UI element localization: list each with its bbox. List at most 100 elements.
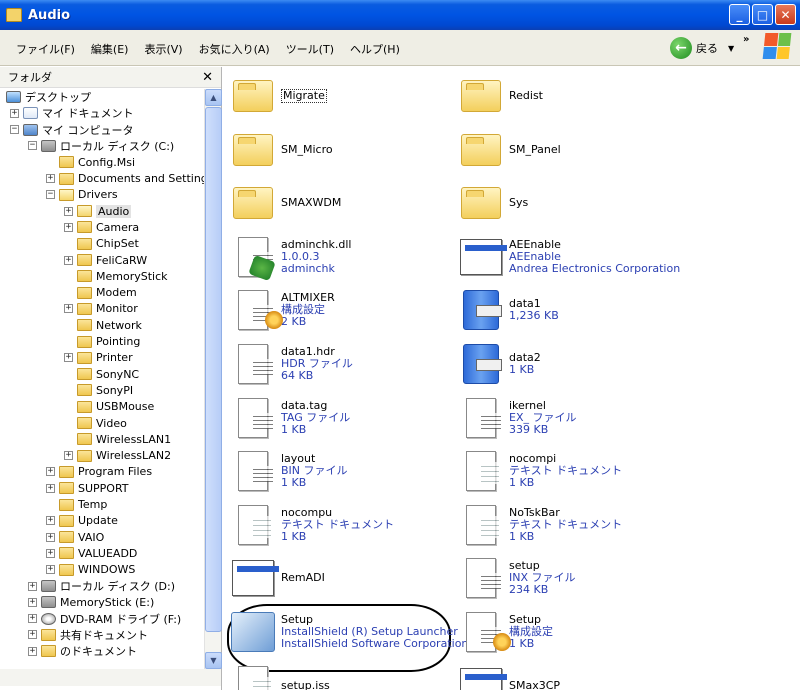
file-item[interactable]: Redist: [457, 69, 687, 123]
menu-item-4[interactable]: ツール(T): [278, 39, 342, 59]
menu-item-3[interactable]: お気に入り(A): [191, 39, 278, 59]
tree-item[interactable]: USBMouse: [64, 399, 154, 415]
file-item[interactable]: SM_Micro: [229, 123, 459, 177]
folder-tree-hscrollbar[interactable]: [0, 669, 221, 686]
expand-icon[interactable]: +: [46, 532, 55, 542]
file-item[interactable]: data1.hdr HDR ファイル 64 KB: [229, 337, 459, 391]
file-item[interactable]: SMAXWDM: [229, 176, 459, 230]
maximize-button[interactable]: □: [752, 4, 773, 25]
expand-icon[interactable]: +: [64, 255, 73, 265]
close-button[interactable]: ✕: [775, 4, 796, 25]
tree-item[interactable]: Modem: [64, 285, 137, 301]
expand-icon[interactable]: +: [28, 581, 37, 591]
file-item[interactable]: ikernel EX_ ファイル 339 KB: [457, 391, 687, 445]
tree-item[interactable]: SonyPI: [64, 382, 133, 398]
expand-icon[interactable]: +: [46, 516, 55, 526]
file-item[interactable]: Sys: [457, 176, 687, 230]
folder-tree-scrollbar[interactable]: ▲ ▼: [204, 89, 222, 669]
file-item[interactable]: Setup InstallShield (R) Setup Launcher Ins…: [229, 605, 468, 659]
expand-icon[interactable]: +: [46, 174, 55, 183]
expand-icon[interactable]: +: [64, 206, 73, 216]
tree-item[interactable]: − Drivers: [46, 187, 118, 203]
expand-icon[interactable]: +: [64, 304, 73, 314]
tree-item[interactable]: MemoryStick: [64, 268, 168, 284]
tree-item[interactable]: + MemoryStick (E:): [28, 594, 154, 610]
collapse-icon[interactable]: −: [46, 190, 55, 200]
expand-icon[interactable]: +: [64, 353, 73, 363]
scroll-down-button[interactable]: ▼: [205, 652, 222, 669]
tree-item[interactable]: + 共有ドキュメント: [28, 627, 148, 643]
menu-item-5[interactable]: ヘルプ(H): [342, 39, 408, 59]
file-item[interactable]: nocompu テキスト ドキュメント 1 KB: [229, 498, 459, 552]
menu-item-0[interactable]: ファイル(F): [8, 39, 83, 59]
expand-icon[interactable]: +: [64, 222, 73, 232]
tree-item[interactable]: Video: [64, 415, 127, 431]
tree-item[interactable]: ChipSet: [64, 236, 139, 252]
file-item[interactable]: AEEnable AEEnable Andrea Electronics Corpo…: [457, 230, 687, 284]
tree-item[interactable]: + マイ ドキュメント: [10, 105, 134, 121]
expand-icon[interactable]: +: [46, 483, 55, 493]
file-item[interactable]: setup.iss: [229, 659, 459, 690]
file-item[interactable]: data2 1 KB: [457, 337, 687, 391]
tree-item[interactable]: Config.Msi: [46, 154, 135, 170]
tree-item[interactable]: WirelessLAN1: [64, 431, 171, 447]
expand-icon[interactable]: +: [64, 451, 73, 461]
tree-item[interactable]: Pointing: [64, 334, 140, 350]
tree-item[interactable]: + VALUEADD: [46, 545, 137, 561]
tree-item[interactable]: + FeliCaRW: [64, 252, 147, 268]
tree-item[interactable]: + Update: [46, 513, 118, 529]
expand-icon[interactable]: +: [46, 548, 55, 558]
toolbar-overflow-chevron[interactable]: »: [743, 34, 749, 45]
expand-icon[interactable]: +: [10, 108, 19, 118]
file-item[interactable]: setup INX ファイル 234 KB: [457, 551, 687, 605]
file-item[interactable]: NoTskBar テキスト ドキュメント 1 KB: [457, 498, 687, 552]
back-dropdown-icon[interactable]: ▼: [728, 44, 734, 53]
tree-item[interactable]: + Audio: [64, 203, 132, 219]
tree-item[interactable]: Network: [64, 317, 142, 333]
tree-item[interactable]: + ローカル ディスク (D:): [28, 578, 175, 594]
collapse-icon[interactable]: −: [28, 141, 37, 151]
tree-item[interactable]: − マイ コンピュータ: [10, 122, 134, 138]
tree-item[interactable]: + DVD-RAM ドライブ (F:): [28, 611, 181, 627]
file-item[interactable]: adminchk.dll 1.0.0.3 adminchk: [229, 230, 459, 284]
tree-item[interactable]: + Printer: [64, 350, 133, 366]
scroll-up-button[interactable]: ▲: [205, 89, 222, 106]
folder-pane-close-button[interactable]: ✕: [202, 70, 213, 85]
tree-item[interactable]: + Camera: [64, 219, 139, 235]
back-button[interactable]: ← 戻る ▼: [670, 37, 734, 59]
tree-item[interactable]: + VAIO: [46, 529, 104, 545]
tree-item[interactable]: + WirelessLAN2: [64, 448, 171, 464]
minimize-button[interactable]: _: [729, 4, 750, 25]
file-item[interactable]: data.tag TAG ファイル 1 KB: [229, 391, 459, 445]
expand-icon[interactable]: +: [28, 614, 37, 624]
tree-item[interactable]: Temp: [46, 497, 107, 513]
file-item[interactable]: SM_Panel: [457, 123, 687, 177]
tree-item[interactable]: + WINDOWS: [46, 562, 135, 578]
file-item[interactable]: nocompi テキスト ドキュメント 1 KB: [457, 444, 687, 498]
file-item[interactable]: ALTMIXER 構成設定 2 KB: [229, 283, 459, 337]
menu-item-1[interactable]: 編集(E): [83, 39, 137, 59]
tree-item[interactable]: + SUPPORT: [46, 480, 129, 496]
tree-item[interactable]: デスクトップ: [6, 89, 91, 105]
expand-icon[interactable]: +: [28, 630, 37, 640]
tree-item[interactable]: − ローカル ディスク (C:): [28, 138, 174, 154]
expand-icon[interactable]: +: [28, 646, 37, 656]
file-item[interactable]: RemADI: [229, 551, 459, 605]
file-item[interactable]: data1 1,236 KB: [457, 283, 687, 337]
scroll-thumb[interactable]: [205, 107, 222, 632]
tree-item[interactable]: SonyNC: [64, 366, 139, 382]
file-item[interactable]: SMax3CP: [457, 659, 687, 690]
file-item[interactable]: layout BIN ファイル 1 KB: [229, 444, 459, 498]
tree-item[interactable]: + のドキュメント: [28, 643, 137, 659]
expand-icon[interactable]: +: [28, 597, 37, 607]
title-bar[interactable]: Audio _ □ ✕: [0, 0, 800, 30]
tree-item[interactable]: + Monitor: [64, 301, 138, 317]
tree-item[interactable]: + Documents and Settings: [46, 171, 204, 187]
expand-icon[interactable]: +: [46, 467, 55, 477]
file-item[interactable]: Migrate: [229, 69, 459, 123]
file-item[interactable]: Setup 構成設定 1 KB: [457, 605, 687, 659]
menu-item-2[interactable]: 表示(V): [136, 39, 190, 59]
expand-icon[interactable]: +: [46, 565, 55, 575]
collapse-icon[interactable]: −: [10, 125, 19, 135]
tree-item[interactable]: + Program Files: [46, 464, 152, 480]
